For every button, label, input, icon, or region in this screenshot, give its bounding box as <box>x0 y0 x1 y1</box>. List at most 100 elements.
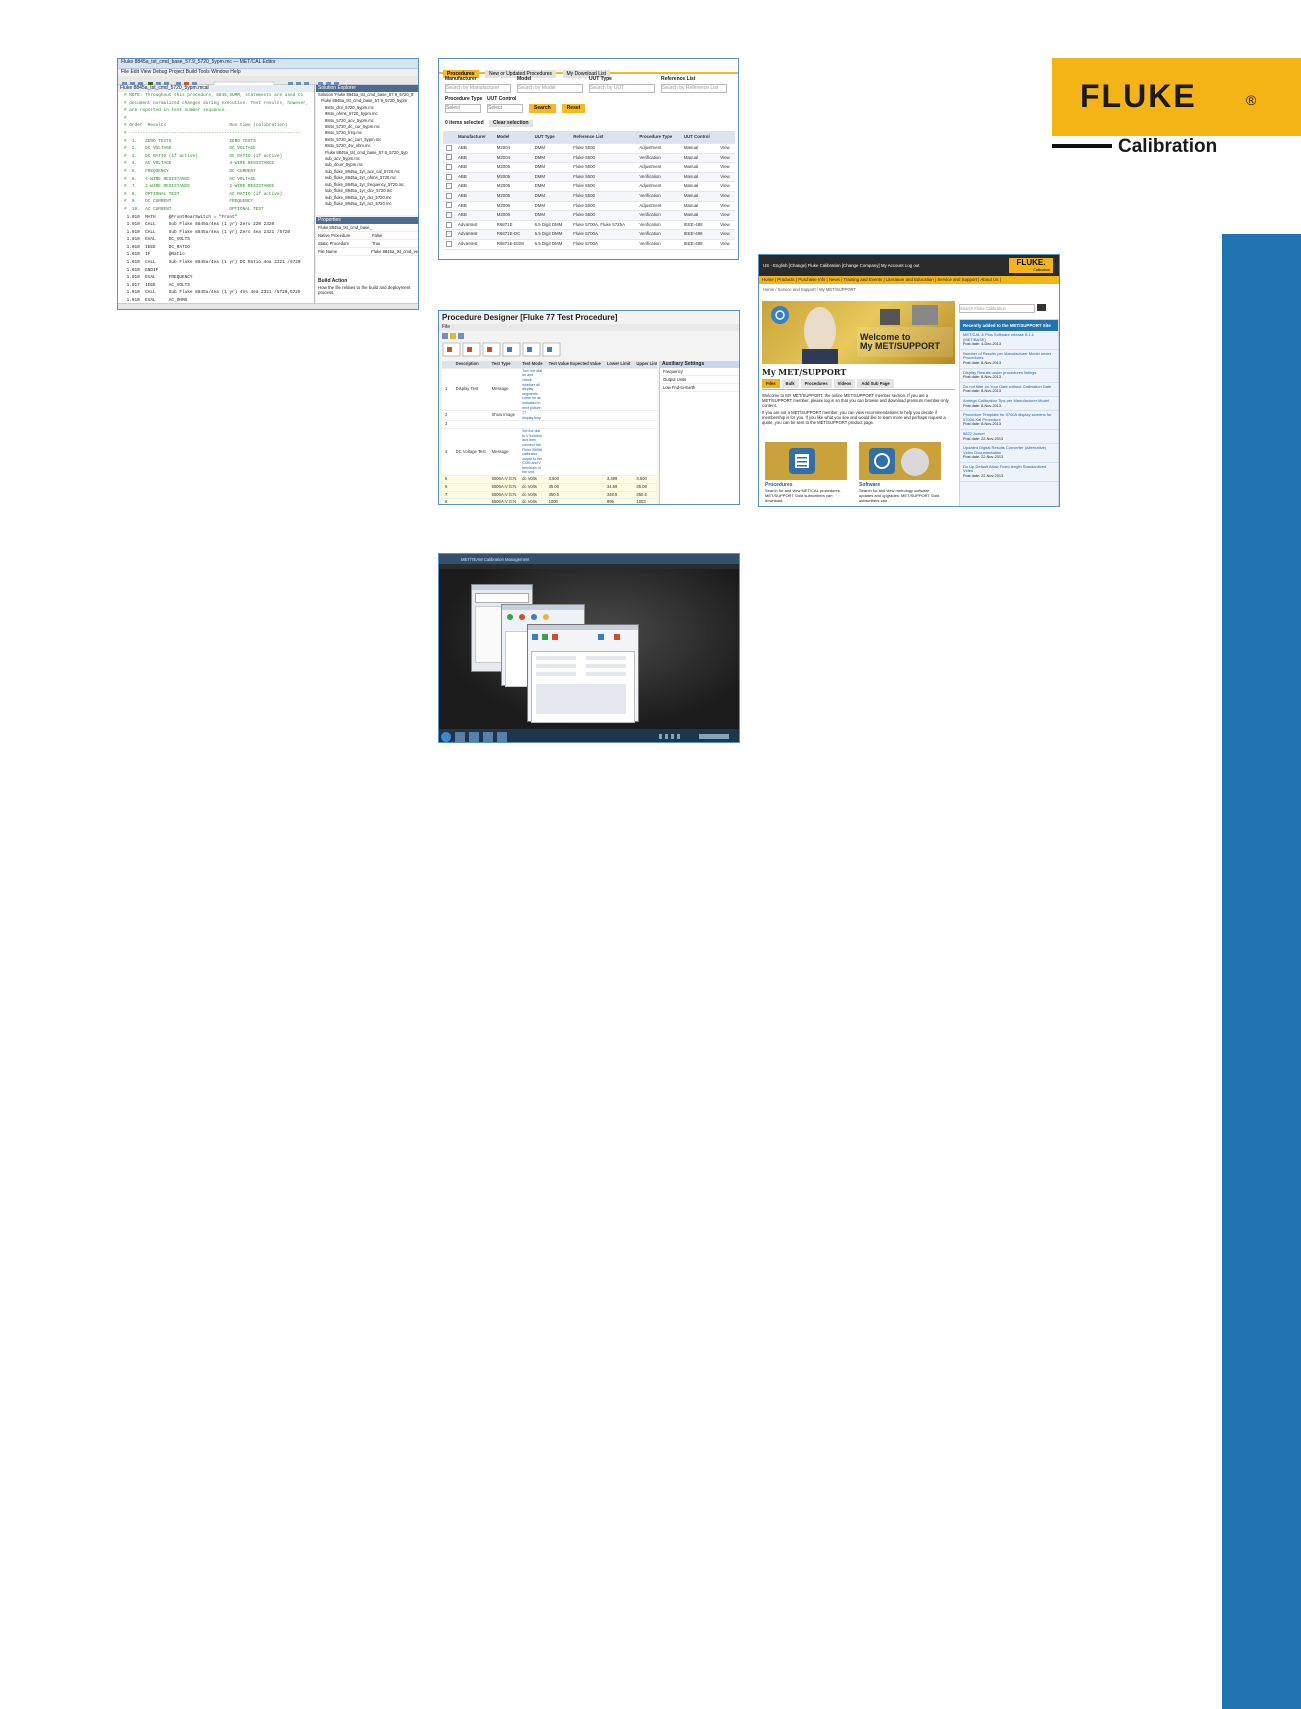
explorer-item[interactable]: sub_fluke_8845a_1yr_acr_5720.mc <box>316 201 418 207</box>
row-checkbox[interactable] <box>443 201 455 212</box>
table-row[interactable]: ABB M2005 DMM Fluke 5500 Adjustment Manual Vie… <box>443 162 735 173</box>
setting-item[interactable]: Low Fnd-to-Earth <box>660 384 739 392</box>
column-header: Manufacturer <box>455 131 494 144</box>
manufacturer-input[interactable]: Search by Manufacturer <box>445 84 511 93</box>
setting-item[interactable]: Output Units <box>660 376 739 384</box>
designer-row[interactable]: 7 5500A:V:G:N dc Volts 350.0 348.8 350.5 <box>442 491 657 500</box>
table-cell: Verification <box>636 153 681 164</box>
site-header: US - English [Change] Fluke Calibration … <box>759 255 1059 276</box>
news-link[interactable]: Procedure Template for 5700A display scr… <box>963 412 1055 422</box>
news-item[interactable]: Updated Digital Results Converter (Alter… <box>960 444 1058 463</box>
designer-row[interactable]: 8 5500A:V:G:N dc Volts 1000 995 1003 <box>442 498 657 504</box>
designer-row[interactable]: 6 5500A:V:G:N dc Volts 35.00 34.89 35.08 <box>442 483 657 492</box>
uut-control-select[interactable]: Select <box>487 104 523 113</box>
table-row[interactable]: ABB M2005 DMM Fluke 5500 Adjustment Manual Vie… <box>443 181 735 192</box>
site-main-nav[interactable]: Home | Products | Purchase Info | News |… <box>759 276 1059 284</box>
app-window-3[interactable] <box>527 624 639 723</box>
uut-input[interactable]: Search by UUT <box>589 84 655 93</box>
news-link[interactable]: Amtega Calibration Tips per Manufacturer… <box>963 398 1055 404</box>
table-row[interactable]: Advantest R6871E-DC 6.5 Digit DMM Fluke 570… <box>443 229 735 240</box>
row-checkbox[interactable] <box>443 181 455 192</box>
site-tab[interactable]: Procedures <box>800 379 832 388</box>
designer-cell: 6 <box>442 483 453 492</box>
designer-cell <box>452 420 489 430</box>
news-item[interactable]: Number of Results per Manufacturer Model… <box>960 350 1058 369</box>
news-link[interactable]: Updated Digital Results Converter (Alter… <box>963 445 1055 455</box>
row-checkbox[interactable] <box>443 172 455 183</box>
table-row[interactable]: ABB M2005 DMM Fluke 5500 Verification Manual V… <box>443 172 735 183</box>
row-checkbox[interactable] <box>443 191 455 202</box>
designer-row[interactable]: 2 Show Image 77 display.bmp <box>442 410 657 422</box>
row-checkbox[interactable] <box>443 210 455 221</box>
news-link[interactable]: Do Up Default Allow Fixed-length Standar… <box>963 464 1055 474</box>
row-checkbox[interactable] <box>443 162 455 173</box>
news-link[interactable]: MET/CAL & Plus Software release 8.1.1 (M… <box>963 332 1055 342</box>
reset-button[interactable]: Reset <box>561 104 586 113</box>
designer-cell: 348.8 <box>603 491 634 500</box>
property-value[interactable]: Fluke 8845a_tst_cmd_ve <box>371 248 418 255</box>
news-item[interactable]: Amtega Calibration Tips per Manufacturer… <box>960 397 1058 412</box>
procedure-type-select[interactable]: Select <box>445 104 481 113</box>
row-checkbox[interactable] <box>443 220 455 231</box>
code-pane[interactable]: Fluke 8845a_tst_cmd_5720_5ypm.mcal # NOT… <box>118 85 315 309</box>
designer-row[interactable]: 3 <box>442 420 657 430</box>
designer-cell <box>545 420 604 430</box>
row-checkbox[interactable] <box>443 239 455 250</box>
news-item[interactable]: 5822 Jozsef Post date: 22-Nov-2013 <box>960 430 1058 445</box>
view-link[interactable]: View <box>717 210 735 221</box>
site-tab[interactable]: Files <box>762 379 780 388</box>
view-link[interactable]: View <box>717 229 735 240</box>
row-checkbox[interactable] <box>443 143 455 154</box>
news-item[interactable]: Do Up Default Allow Fixed-length Standar… <box>960 463 1058 482</box>
site-search-button[interactable] <box>1037 304 1046 311</box>
table-cell: Fluke 5500 <box>570 172 637 183</box>
view-link[interactable]: View <box>717 172 735 183</box>
site-tab[interactable]: Videos <box>833 379 856 388</box>
site-tab[interactable]: Add Sub Page <box>857 379 894 388</box>
explorer-item[interactable]: Fluke 8845a_tst_cmd_base_57.9_5720_5ypm <box>316 98 418 104</box>
editor-tab[interactable]: Fluke 8845a_tst_cmd_5720_5ypm.mcal <box>118 85 314 92</box>
news-item[interactable]: Display Results under procedures listing… <box>960 369 1058 383</box>
card-procedures-image[interactable] <box>765 442 847 480</box>
search-button[interactable]: Search <box>529 104 556 113</box>
news-item[interactable]: MET/CAL & Plus Software release 8.1.1 (M… <box>960 331 1058 350</box>
table-row[interactable]: Advantest R6871E 6.5 Digit DMM Fluke 5700A,… <box>443 220 735 231</box>
table-row[interactable]: Advantest R6871E-DSM 6.5 Digit DMM Fluke 57… <box>443 239 735 250</box>
model-input[interactable]: Search by Model <box>517 84 583 93</box>
view-link[interactable]: View <box>717 153 735 164</box>
view-link[interactable]: View <box>717 181 735 192</box>
row-checkbox[interactable] <box>443 153 455 164</box>
news-link[interactable]: Number of Results per Manufacturer Model… <box>963 351 1055 361</box>
site-tab[interactable]: Bulk <box>781 379 799 388</box>
view-link[interactable]: View <box>717 201 735 212</box>
view-link[interactable]: View <box>717 239 735 250</box>
news-item[interactable]: Procedure Template for 5700A display scr… <box>960 411 1058 430</box>
site-topnav[interactable]: US - English [Change] Fluke Calibration … <box>763 262 919 269</box>
table-row[interactable]: ABB M2004 DMM Fluke 5500 Adjustment Manual Vie… <box>443 143 735 154</box>
property-value[interactable]: True <box>372 240 380 247</box>
view-link[interactable]: View <box>717 191 735 202</box>
table-row[interactable]: ABB M2006 DMM Fluke 5500 Verification Manual V… <box>443 210 735 221</box>
table-row[interactable]: ABB M2006 DMM Fluke 5500 Adjustment Manual Vie… <box>443 201 735 212</box>
view-link[interactable]: View <box>717 220 735 231</box>
setting-item[interactable]: Frequency <box>660 368 739 376</box>
column-header: Reference List <box>570 131 637 144</box>
clear-selection-button[interactable]: Clear selection <box>489 120 533 127</box>
view-link[interactable]: View <box>717 162 735 173</box>
filter-labels: Manufacturer Model UUT Type Reference Li… <box>445 76 735 83</box>
designer-row[interactable]: 1 Display Test Message Turn the dial on and… <box>442 368 657 412</box>
designer-row[interactable]: 5 5500A:V:G:N dc Volts 3.500 3.489 3.500 <box>442 475 657 484</box>
property-value[interactable]: False <box>372 232 382 239</box>
reference-input[interactable]: Search by Reference List <box>661 84 727 93</box>
view-link[interactable]: View <box>717 143 735 154</box>
site-search-input[interactable]: Search Fluke Calibration <box>959 304 1035 313</box>
row-checkbox[interactable] <box>443 229 455 240</box>
filter-manufacturer-label: Manufacturer <box>445 76 477 82</box>
properties-pane: Properties Fluke 8845a_tst_cmd_base_57.9… <box>316 217 418 303</box>
news-item[interactable]: Do not filter on Your Date without Calib… <box>960 383 1058 397</box>
designer-row[interactable]: 4 DC Voltage Test Message Set the dial to V… <box>442 428 657 477</box>
table-row[interactable]: ABB M2004 DMM Fluke 5500 Verification Manual V… <box>443 153 735 164</box>
table-row[interactable]: ABB M2005 DMM Fluke 5500 Verification Manual V… <box>443 191 735 202</box>
card-software-image[interactable] <box>859 442 941 480</box>
designer-cell: 2 <box>442 410 453 422</box>
